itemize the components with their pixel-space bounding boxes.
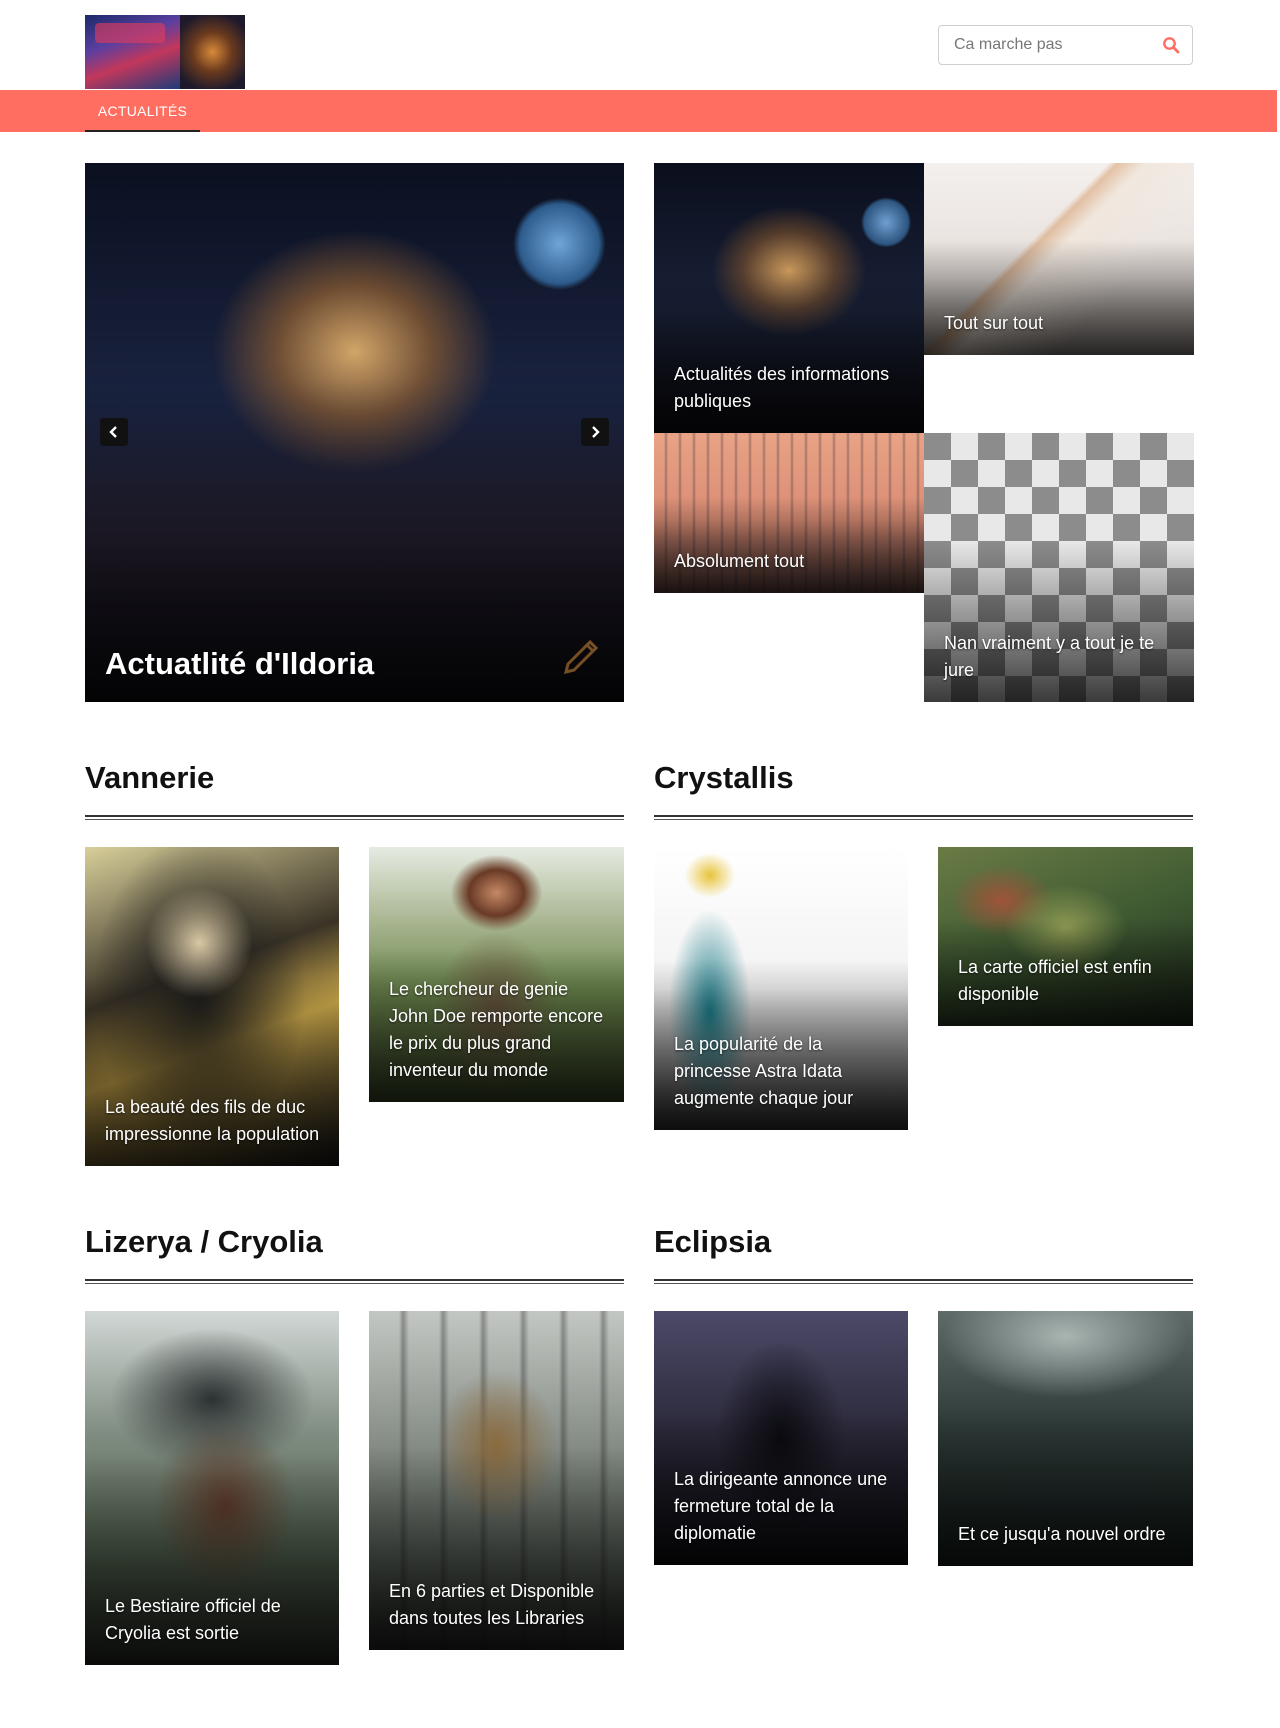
article-caption: La beauté des fils de duc impressionne l… <box>105 1097 320 1144</box>
article-caption: Et ce jusqu'a nouvel ordre <box>958 1524 1166 1544</box>
section-title: Crystallis <box>654 760 794 795</box>
article-caption: La dirigeante annonce une fermeture tota… <box>674 1469 888 1543</box>
logo-left-image <box>85 15 180 89</box>
article-card[interactable]: La dirigeante annonce une fermeture tota… <box>654 1311 908 1565</box>
section-title: Lizerya / Cryolia <box>85 1224 323 1259</box>
search-icon[interactable] <box>1162 36 1180 54</box>
article-card[interactable]: La carte officiel est enfin disponible <box>938 847 1193 1026</box>
article-card[interactable]: Le chercheur de genie John Doe remporte … <box>369 847 624 1102</box>
chevron-left-icon <box>109 426 117 438</box>
search-input[interactable] <box>939 26 1159 64</box>
carousel-prev-button[interactable] <box>100 418 128 446</box>
section-divider <box>85 1279 624 1284</box>
chevron-right-icon <box>592 426 600 438</box>
article-card[interactable]: En 6 parties et Disponible dans toutes l… <box>369 1311 624 1650</box>
featured-tile[interactable]: Tout sur tout <box>924 163 1194 355</box>
featured-tile-caption: Actualités des informations publiques <box>674 364 890 411</box>
nav-item-actualites[interactable]: ACTUALITÉS <box>85 90 200 132</box>
logo-right-image <box>180 15 245 89</box>
article-caption: En 6 parties et Disponible dans toutes l… <box>389 1581 595 1628</box>
article-caption: La popularité de la princesse Astra Idat… <box>674 1034 854 1108</box>
featured-tile[interactable]: Nan vraiment y a tout je te jure <box>924 433 1194 702</box>
article-caption: Le chercheur de genie John Doe remporte … <box>389 979 604 1080</box>
search-box <box>938 25 1193 65</box>
featured-tile[interactable]: Absolument tout <box>654 433 924 593</box>
main-navbar: ACTUALITÉS <box>0 90 1277 132</box>
article-caption: La carte officiel est enfin disponible <box>958 957 1152 1004</box>
featured-tile-caption: Absolument tout <box>674 551 805 571</box>
article-card[interactable]: La popularité de la princesse Astra Idat… <box>654 847 908 1130</box>
section-title: Eclipsia <box>654 1224 772 1259</box>
article-card[interactable]: Et ce jusqu'a nouvel ordre <box>938 1311 1193 1566</box>
article-caption: Le Bestiaire officiel de Cryolia est sor… <box>105 1596 281 1643</box>
featured-tile-caption: Tout sur tout <box>944 313 1044 333</box>
featured-main-slide[interactable]: Actuatlité d'Ildoria <box>85 163 624 702</box>
featured-tile-caption: Nan vraiment y a tout je te jure <box>944 633 1155 680</box>
site-header <box>0 0 1280 90</box>
section-divider <box>654 815 1193 820</box>
section-divider <box>654 1279 1193 1284</box>
site-logo[interactable] <box>85 15 245 89</box>
section-title: Vannerie <box>85 760 215 795</box>
carousel-next-button[interactable] <box>581 418 609 446</box>
featured-main-caption: Actuatlité d'Ildoria <box>105 646 375 681</box>
featured-tile[interactable]: Actualités des informations publiques <box>654 163 924 433</box>
article-card[interactable]: Le Bestiaire officiel de Cryolia est sor… <box>85 1311 339 1665</box>
section-divider <box>85 815 624 820</box>
article-card[interactable]: La beauté des fils de duc impressionne l… <box>85 847 339 1166</box>
